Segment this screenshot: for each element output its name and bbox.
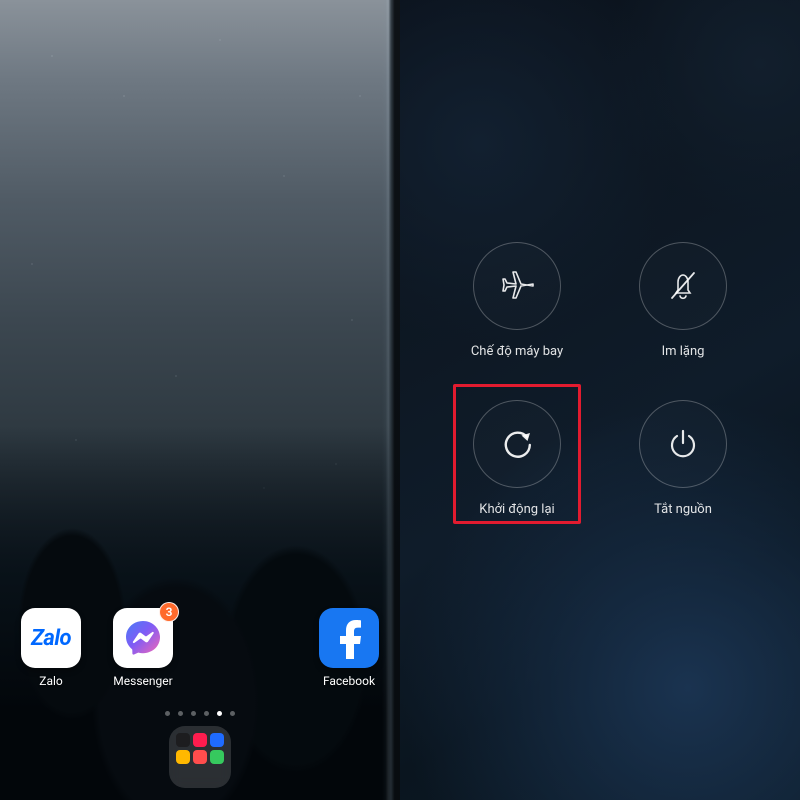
folder-mini-icon [210,750,224,764]
home-screen: Zalo Zalo [0,0,400,800]
power-option-label: Chế độ máy bay [471,344,563,359]
page-dot[interactable] [178,711,183,716]
app-label: Facebook [323,674,375,688]
page-dot[interactable] [230,711,235,716]
folder-mini-icon [193,750,207,764]
airplane-icon [497,266,537,306]
app-label: Zalo [39,674,62,688]
restart-icon [497,424,537,464]
power-icon [663,424,703,464]
power-menu-grid: Chế độ máy bay Im lặng [437,242,763,548]
page-dot-active[interactable] [217,711,222,716]
dock-folder[interactable] [169,726,231,788]
dock [0,722,400,800]
power-menu: Chế độ máy bay Im lặng [400,0,800,800]
power-option-label: Im lặng [662,344,705,359]
page-indicator [0,711,400,716]
power-option-restart[interactable]: Khởi động lại [437,400,597,548]
folder-mini-icon [193,733,207,747]
app-facebook[interactable]: Facebook [316,608,382,688]
folder-mini-icon [210,733,224,747]
app-label: Messenger [113,674,172,688]
app-zalo[interactable]: Zalo Zalo [18,608,84,688]
power-option-airplane[interactable]: Chế độ máy bay [437,242,597,390]
folder-mini-icon [176,733,190,747]
tutorial-two-panel: Zalo Zalo [0,0,800,800]
page-dot[interactable] [191,711,196,716]
zalo-icon: Zalo [21,608,81,668]
folder-mini-icon [176,750,190,764]
page-dot[interactable] [165,711,170,716]
power-option-power-off[interactable]: Tắt nguồn [603,400,763,548]
page-dot[interactable] [204,711,209,716]
app-row: Zalo Zalo [0,608,400,688]
power-option-label: Khởi động lại [479,502,554,517]
power-option-silent[interactable]: Im lặng [603,242,763,390]
facebook-icon [319,608,379,668]
bell-off-icon [663,266,703,306]
app-messenger[interactable]: 3 Messenger [110,608,176,688]
badge-count: 3 [159,602,179,622]
power-option-label: Tắt nguồn [654,502,712,517]
messenger-icon: 3 [113,608,173,668]
